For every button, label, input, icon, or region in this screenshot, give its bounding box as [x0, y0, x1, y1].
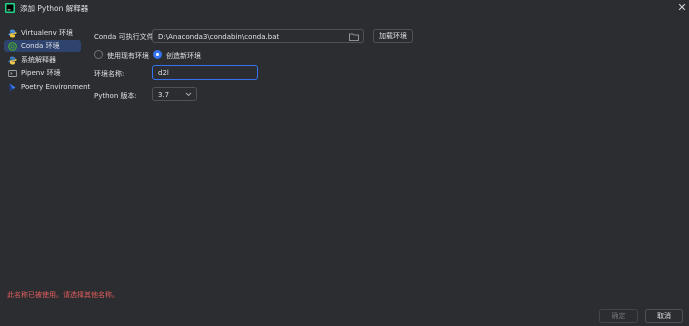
radio-new-label: 创造新环境 — [166, 52, 201, 60]
window-title: 添加 Python 解释器 — [20, 4, 89, 13]
radio-new-env[interactable] — [153, 50, 162, 59]
sidebar-item-poetry[interactable]: Poetry Environment — [4, 81, 90, 93]
sidebar-item-label: 系统解释器 — [21, 56, 56, 64]
sidebar-item-label: Pipenv 环境 — [21, 69, 61, 77]
sidebar-item-pipenv[interactable]: Pipenv 环境 — [4, 67, 81, 79]
sidebar-item-label: Conda 环境 — [21, 42, 60, 50]
chevron-down-icon — [185, 92, 192, 97]
env-name-label: 环境名称: — [94, 70, 125, 78]
sidebar-item-system-interpreter[interactable]: 系统解释器 — [4, 54, 81, 66]
conda-exec-label: Conda 可执行文件: — [94, 33, 156, 41]
pycharm-app-icon — [5, 3, 15, 13]
python-version-select[interactable]: 3.7 — [152, 87, 197, 101]
conda-icon — [8, 41, 17, 51]
poetry-icon — [8, 83, 17, 92]
sidebar-item-virtualenv[interactable]: Virtualenv 环境 — [4, 27, 81, 39]
sidebar-item-conda[interactable]: Conda 环境 — [4, 40, 81, 52]
python-version-label: Python 版本: — [94, 92, 137, 100]
folder-icon[interactable] — [349, 33, 359, 41]
conda-exec-field[interactable]: D:\Anaconda3\condabin\conda.bat — [152, 29, 364, 43]
radio-existing-env[interactable] — [94, 50, 103, 59]
sidebar-item-label: Virtualenv 环境 — [21, 29, 73, 37]
error-message: 此名称已被使用。请选择其他名称。 — [7, 291, 119, 299]
env-name-input[interactable]: d2l — [152, 65, 258, 80]
pipenv-icon — [8, 69, 17, 78]
load-env-button[interactable]: 加载环境 — [373, 29, 413, 43]
ok-button[interactable]: 确定 — [599, 309, 638, 323]
close-icon[interactable]: ✕ — [676, 2, 688, 15]
title-bar: 添加 Python 解释器 ✕ — [0, 0, 689, 16]
interpreter-type-sidebar: Virtualenv 环境 Conda 环境 系统解释器 Pipenv 环境 P… — [0, 24, 90, 94]
virtualenv-icon — [8, 29, 17, 38]
env-name-value: d2l — [158, 68, 169, 77]
conda-exec-value: D:\Anaconda3\condabin\conda.bat — [158, 32, 280, 41]
python-version-value: 3.7 — [158, 90, 170, 99]
python-icon — [8, 56, 17, 65]
radio-existing-label: 使用现有环境 — [107, 52, 149, 60]
cancel-button[interactable]: 取消 — [645, 309, 683, 323]
sidebar-item-label: Poetry Environment — [21, 83, 91, 91]
